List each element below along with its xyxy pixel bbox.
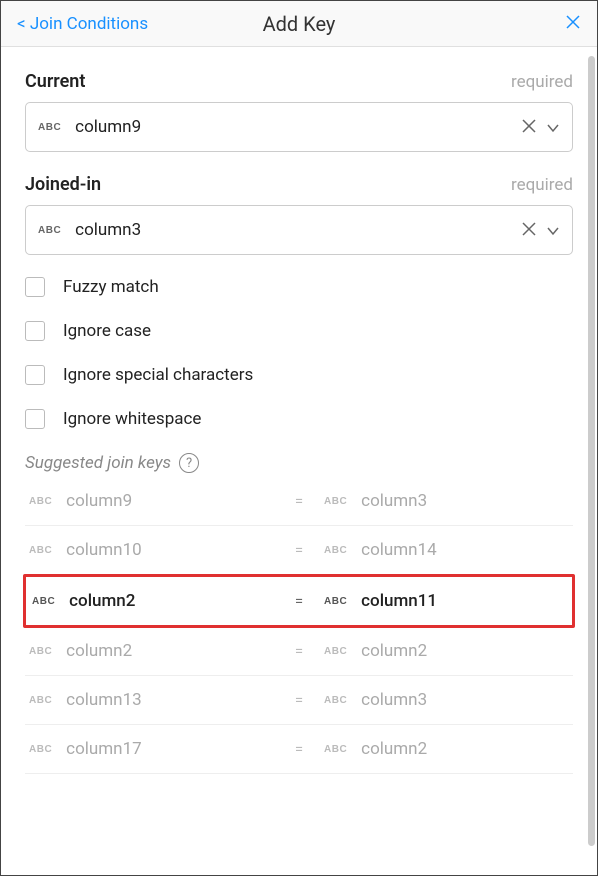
fuzzy-match-checkbox[interactable] <box>25 277 45 297</box>
current-required: required <box>511 72 573 92</box>
suggestion-right: ABC column11 <box>324 591 566 611</box>
current-value: column9 <box>75 117 522 137</box>
dialog-title: Add Key <box>263 12 336 36</box>
suggestion-left-col: column10 <box>66 540 142 560</box>
suggestion-left-col: column17 <box>66 739 142 759</box>
clear-joined-icon[interactable] <box>522 220 536 241</box>
suggestion-left: ABC column2 <box>29 641 274 661</box>
fuzzy-match-label: Fuzzy match <box>63 277 159 297</box>
chevron-down-icon[interactable] <box>546 221 560 240</box>
suggestions-list: ABCcolumn9=ABCcolumn3ABCcolumn10=ABCcolu… <box>25 477 573 774</box>
suggestion-right-col: column3 <box>361 690 427 710</box>
equals-icon: = <box>274 541 324 559</box>
ignore-special-row: Ignore special characters <box>25 365 573 385</box>
ignore-whitespace-label: Ignore whitespace <box>63 409 201 429</box>
abc-type-icon: ABC <box>29 545 52 556</box>
abc-type-icon: ABC <box>324 744 347 755</box>
abc-type-icon: ABC <box>29 646 52 657</box>
suggestion-row[interactable]: ABCcolumn13=ABCcolumn3 <box>25 676 573 725</box>
ignore-whitespace-checkbox[interactable] <box>25 409 45 429</box>
suggestion-right: ABC column14 <box>324 540 569 560</box>
suggested-label: Suggested join keys <box>25 453 171 473</box>
suggestion-left-col: column9 <box>66 491 132 511</box>
suggestion-left-col: column2 <box>66 641 132 661</box>
suggestion-row[interactable]: ABCcolumn2=ABCcolumn11 <box>23 574 575 628</box>
suggestion-right-col: column14 <box>361 540 437 560</box>
equals-icon: = <box>274 642 324 660</box>
suggestion-left: ABC column13 <box>29 690 274 710</box>
equals-icon: = <box>274 691 324 709</box>
suggested-header: Suggested join keys ? <box>25 453 573 473</box>
ignore-special-label: Ignore special characters <box>63 365 253 385</box>
current-select[interactable]: ABC column9 <box>25 102 573 152</box>
current-field-block: Current required ABC column9 <box>25 71 573 152</box>
dialog-content: Current required ABC column9 Joined-in r… <box>1 47 597 871</box>
dialog-header: < Join Conditions Add Key <box>1 1 597 47</box>
suggestion-left: ABC column9 <box>29 491 274 511</box>
suggestion-right-col: column11 <box>361 591 437 611</box>
suggestion-right: ABC column3 <box>324 690 569 710</box>
abc-type-icon: ABC <box>29 744 52 755</box>
suggestion-right: ABC column2 <box>324 739 569 759</box>
ignore-case-row: Ignore case <box>25 321 573 341</box>
current-label: Current <box>25 71 85 92</box>
equals-icon: = <box>274 592 324 610</box>
suggestion-right-col: column3 <box>361 491 427 511</box>
joined-value: column3 <box>75 220 522 240</box>
chevron-down-icon[interactable] <box>546 118 560 137</box>
suggestion-left: ABC column10 <box>29 540 274 560</box>
suggestion-right-col: column2 <box>361 739 427 759</box>
abc-type-icon: ABC <box>324 545 347 556</box>
abc-type-icon: ABC <box>324 646 347 657</box>
close-icon[interactable] <box>565 11 581 36</box>
equals-icon: = <box>274 492 324 510</box>
joined-select[interactable]: ABC column3 <box>25 205 573 255</box>
abc-type-icon: ABC <box>324 496 347 507</box>
suggestion-left-col: column2 <box>69 591 135 611</box>
abc-type-icon: ABC <box>29 695 52 706</box>
ignore-whitespace-row: Ignore whitespace <box>25 409 573 429</box>
fuzzy-match-row: Fuzzy match <box>25 277 573 297</box>
clear-current-icon[interactable] <box>522 117 536 138</box>
abc-type-icon: ABC <box>29 496 52 507</box>
ignore-special-checkbox[interactable] <box>25 365 45 385</box>
help-icon[interactable]: ? <box>179 453 199 473</box>
suggestion-right: ABC column3 <box>324 491 569 511</box>
suggestion-left: ABC column17 <box>29 739 274 759</box>
suggestion-row[interactable]: ABCcolumn2=ABCcolumn2 <box>25 627 573 676</box>
abc-type-icon: ABC <box>38 225 61 236</box>
ignore-case-checkbox[interactable] <box>25 321 45 341</box>
abc-type-icon: ABC <box>32 596 55 607</box>
joined-required: required <box>511 175 573 195</box>
suggestion-right: ABC column2 <box>324 641 569 661</box>
back-link[interactable]: < Join Conditions <box>17 14 148 34</box>
equals-icon: = <box>274 740 324 758</box>
suggestion-right-col: column2 <box>361 641 427 661</box>
suggestion-row[interactable]: ABCcolumn10=ABCcolumn14 <box>25 526 573 575</box>
suggestion-left: ABC column2 <box>32 591 274 611</box>
suggestion-row[interactable]: ABCcolumn17=ABCcolumn2 <box>25 725 573 774</box>
suggestion-left-col: column13 <box>66 690 142 710</box>
abc-type-icon: ABC <box>324 695 347 706</box>
joined-label: Joined-in <box>25 174 101 195</box>
joined-field-block: Joined-in required ABC column3 <box>25 174 573 255</box>
suggestion-row[interactable]: ABCcolumn9=ABCcolumn3 <box>25 477 573 526</box>
abc-type-icon: ABC <box>324 596 347 607</box>
abc-type-icon: ABC <box>38 122 61 133</box>
scrollbar[interactable] <box>588 56 595 846</box>
ignore-case-label: Ignore case <box>63 321 151 341</box>
